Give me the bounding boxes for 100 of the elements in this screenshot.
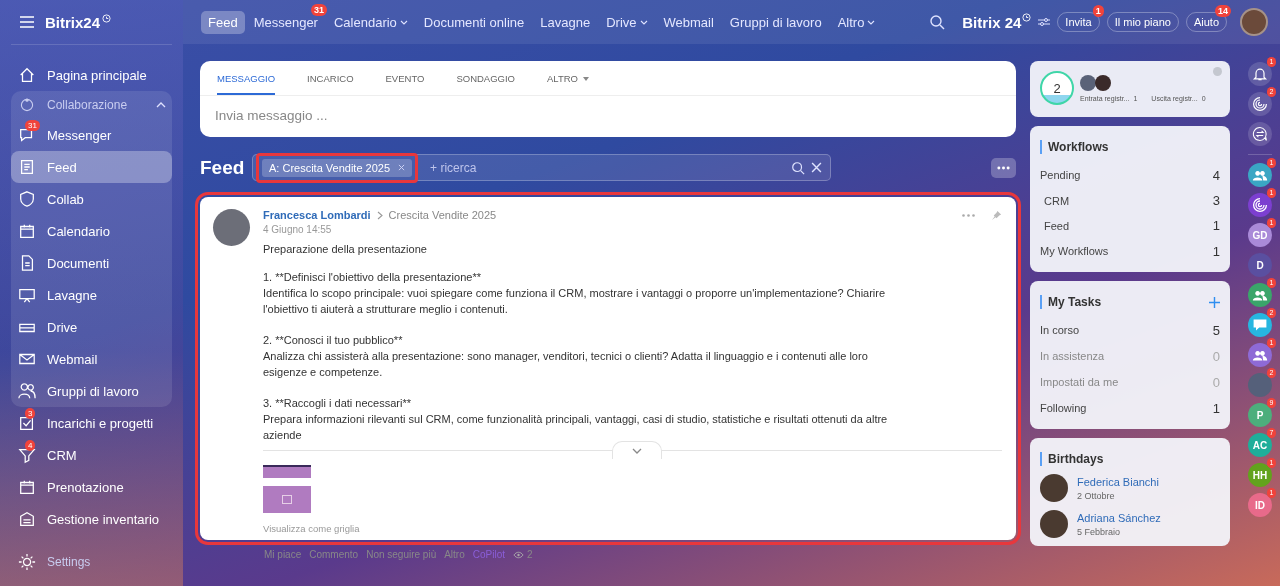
avatar-placeholder xyxy=(1040,510,1068,538)
post-paragraph: 3. **Raccogli i dati necessari** Prepara informazioni rilevanti sul CRM, come funzionalità principali, vantaggi, casi di studio, statistiche e risultati ottenuti da altre aziende xyxy=(263,396,889,443)
home-icon xyxy=(18,66,36,84)
nav-tab[interactable]: Feed xyxy=(201,10,245,34)
logo[interactable]: Bitrix 24 xyxy=(962,13,1022,31)
avatar-placeholder xyxy=(213,209,250,246)
widget-row[interactable]: Impostati da me 0 xyxy=(1040,369,1220,395)
widget-row[interactable]: In assistenza 0 xyxy=(1040,343,1220,369)
close-icon[interactable] xyxy=(398,164,406,171)
nav-tab[interactable]: Webmail xyxy=(656,10,721,34)
rail-button[interactable] xyxy=(1248,313,1272,337)
rail-button[interactable] xyxy=(1248,122,1272,146)
widget-row[interactable]: In corso 5 xyxy=(1040,317,1220,343)
sidebar-item[interactable]: Settings xyxy=(11,546,172,578)
spiral-icon xyxy=(1252,197,1268,213)
search-field[interactable]: A: Crescita Vendite 2025 + ricerca xyxy=(252,154,831,181)
widget-title: My Tasks xyxy=(1048,295,1102,309)
widget-title: Workflows xyxy=(1040,140,1220,154)
widget-title: Birthdays xyxy=(1040,452,1220,466)
initials-avatar[interactable]: D xyxy=(1248,253,1272,277)
rail-button[interactable] xyxy=(1248,62,1272,86)
people-icon xyxy=(18,382,36,400)
composer-tab[interactable]: INCARICO xyxy=(307,61,354,95)
person-link[interactable]: Adriana Sánchez xyxy=(1077,511,1161,524)
view-count: 2 xyxy=(527,549,533,560)
message-field[interactable]: Invia messaggio ... xyxy=(200,96,1016,137)
sidebar-item[interactable]: 31 Messenger xyxy=(11,119,172,151)
rail-button[interactable] xyxy=(1248,283,1272,307)
rail-button[interactable] xyxy=(1248,193,1272,217)
calendar-icon xyxy=(18,478,36,496)
widget-row[interactable]: Pending 4 xyxy=(1040,162,1220,188)
checkbox-icon xyxy=(18,414,36,432)
board-icon xyxy=(18,286,36,304)
count-badge: 3 xyxy=(25,408,36,419)
sidebar-item[interactable]: Feed xyxy=(11,151,172,183)
image-thumbnail[interactable] xyxy=(263,486,311,513)
sidebar-item[interactable]: 3 Incarichi e progetti xyxy=(11,407,172,439)
sidebar-item[interactable]: Lavagne xyxy=(11,279,172,311)
chat-arrows-icon xyxy=(1252,126,1268,142)
avatar-placeholder[interactable] xyxy=(1240,8,1268,36)
sidebar-group-header[interactable]: Collaborazione xyxy=(11,91,172,119)
nav-tab[interactable]: Drive xyxy=(599,10,655,34)
composer-tab[interactable]: ALTRO xyxy=(547,61,589,95)
dots-icon[interactable] xyxy=(962,213,975,217)
widget-row[interactable]: CRM 3 xyxy=(1040,188,1220,213)
count-badge: 14 xyxy=(1215,5,1231,17)
rail-button[interactable] xyxy=(1248,92,1272,116)
nav-tab[interactable]: Calendario xyxy=(326,10,415,34)
avatar-placeholder xyxy=(1095,74,1111,91)
search-icon[interactable] xyxy=(791,160,805,175)
nav-tab[interactable]: Documenti online xyxy=(416,10,532,34)
count-badge: 1 xyxy=(1092,5,1104,17)
sidebar-item[interactable]: Webmail xyxy=(11,343,172,375)
funnel-icon xyxy=(18,446,36,464)
view-as-grid-link[interactable]: Visualizza come griglia xyxy=(263,523,1002,534)
composer-tab[interactable]: SONDAGGIO xyxy=(456,61,515,95)
image-thumbnail[interactable] xyxy=(263,465,311,478)
nav-tab[interactable]: Altro xyxy=(830,10,883,34)
sidebar-item[interactable]: Documenti xyxy=(11,247,172,279)
rail-button[interactable] xyxy=(1248,343,1272,367)
widget-row[interactable]: My Workflows 1 xyxy=(1040,238,1220,264)
nav-tab[interactable]: Gruppi di lavoro xyxy=(722,10,829,34)
count-badge: 4 xyxy=(25,440,36,451)
sidebar-item[interactable]: Drive xyxy=(11,311,172,343)
sidebar-item[interactable]: Pagina principale xyxy=(11,59,172,91)
count-badge: 31 xyxy=(25,120,40,131)
nav-tab[interactable]: Lavagne xyxy=(533,10,598,34)
sidebar-item[interactable]: Prenotazione xyxy=(11,471,172,503)
box-icon xyxy=(18,510,36,528)
sidebar-item[interactable]: Gestione inventario xyxy=(11,503,172,535)
post-paragraph: 1. **Definisci l'obiettivo della presentazione** Identifica lo scopo principale: vuoi spiegare come funziona il CRM, mostrare i vantaggi o proporre un'implementazione? Chiarire l'obiettivo ti aiuterà a strutturare meglio i contenuti. xyxy=(263,270,887,317)
person-link[interactable]: Federica Bianchi xyxy=(1077,475,1159,488)
target-icon xyxy=(1252,96,1268,112)
sidebar-item[interactable]: 4 CRM xyxy=(11,439,172,471)
sidebar-item[interactable]: Collab xyxy=(11,183,172,215)
rail-button[interactable] xyxy=(1248,163,1272,187)
chevron-icon xyxy=(632,447,642,454)
post-date: 4 Giugno 14:55 xyxy=(263,224,333,235)
clock-icon xyxy=(102,13,112,23)
sidebar-item[interactable]: Calendario xyxy=(11,215,172,247)
menu-icon[interactable] xyxy=(19,16,35,28)
filter-chip[interactable]: A: Crescita Vendite 2025 xyxy=(262,158,413,177)
count-badge: 31 xyxy=(310,3,327,16)
logo[interactable]: Bitrix24 xyxy=(45,13,101,31)
more-button[interactable] xyxy=(991,157,1016,178)
plus-icon[interactable] xyxy=(1209,296,1220,308)
eye-icon xyxy=(513,550,524,559)
widget-row[interactable]: Following 1 xyxy=(1040,395,1220,421)
composer-tab[interactable]: EVENTO xyxy=(385,61,425,95)
author-link[interactable]: Francesca Lombardi xyxy=(263,209,371,221)
calendar-icon xyxy=(18,222,36,240)
post-paragraph: Preparazione della presentazione xyxy=(263,242,428,257)
timer-circle[interactable]: 2 xyxy=(1040,71,1074,105)
close-icon[interactable] xyxy=(811,162,822,173)
widget-row[interactable]: Feed 1 xyxy=(1040,213,1220,238)
sidebar-item[interactable]: Gruppi di lavoro xyxy=(11,375,172,407)
search-input[interactable]: + ricerca xyxy=(428,159,785,176)
sliders-icon[interactable] xyxy=(1038,17,1051,27)
birthday-date: 2 Ottobre xyxy=(1077,490,1116,501)
search-icon[interactable] xyxy=(929,14,946,30)
